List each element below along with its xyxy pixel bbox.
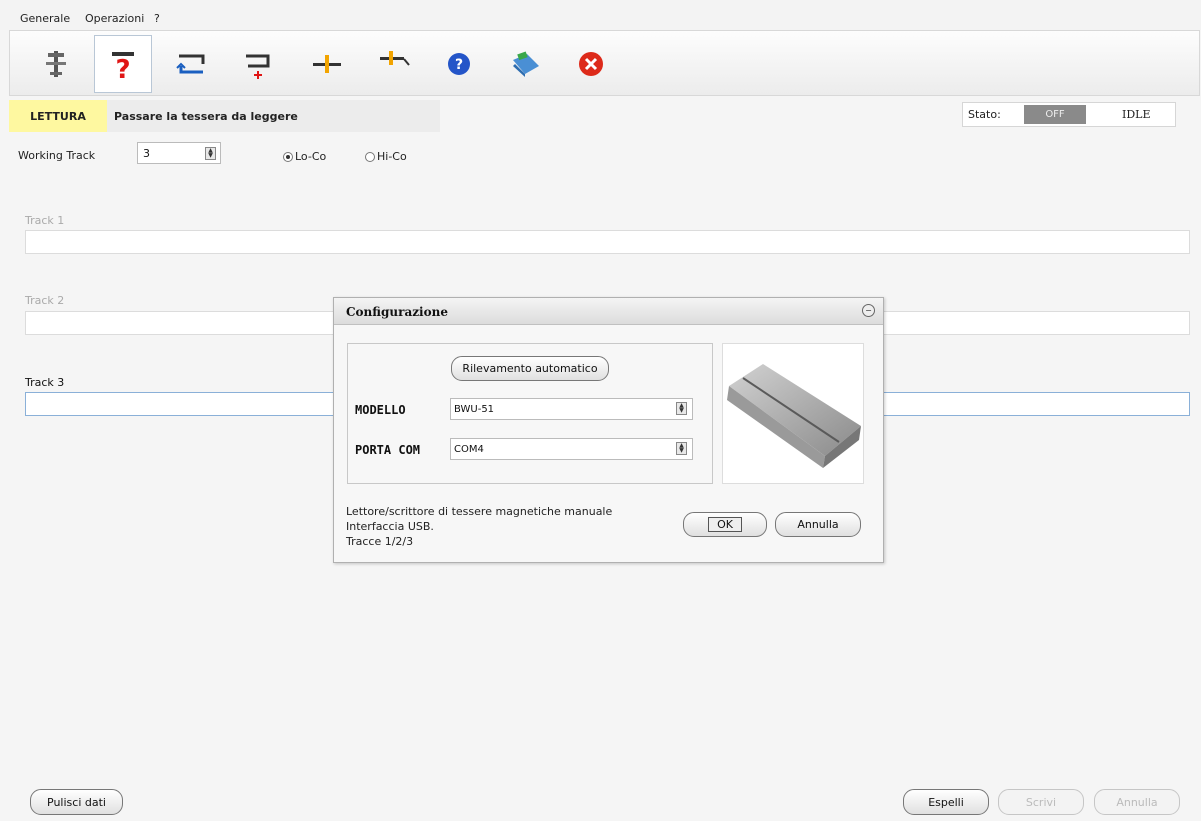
dialog-title: Configurazione bbox=[346, 305, 448, 319]
menu-bar: Generale Operazioni ? bbox=[0, 0, 1201, 30]
help-tool-button[interactable]: ? bbox=[430, 35, 488, 93]
eject-button[interactable]: Espelli bbox=[903, 789, 989, 815]
toolbar: ? ? bbox=[9, 30, 1200, 96]
mode-message: Passare la tessera da leggere bbox=[107, 100, 440, 132]
dialog-close-icon[interactable]: − bbox=[862, 304, 875, 317]
copy-tool-button[interactable] bbox=[162, 35, 220, 93]
copy-track-icon bbox=[176, 54, 205, 74]
exit-tool-button[interactable] bbox=[562, 35, 620, 93]
hico-radio[interactable] bbox=[365, 152, 375, 162]
working-track-value: 3 bbox=[143, 147, 150, 160]
card-reader-image bbox=[722, 343, 864, 484]
device-description-line3: Tracce 1/2/3 bbox=[346, 535, 414, 548]
track-3-label: Track 3 bbox=[25, 376, 65, 389]
status-label: Stato: bbox=[968, 108, 1001, 121]
write-button[interactable]: Scrivi bbox=[998, 789, 1084, 815]
model-label: MODELLO bbox=[355, 403, 406, 417]
port-dropdown-icon[interactable]: ▲ ▼ bbox=[676, 442, 687, 455]
erase-tool-button[interactable] bbox=[298, 35, 356, 93]
svg-text:?: ? bbox=[115, 55, 130, 84]
hico-label: Hi-Co bbox=[377, 150, 407, 163]
clear-data-button[interactable]: Pulisci dati bbox=[30, 789, 123, 815]
ok-button[interactable]: OK bbox=[683, 512, 767, 537]
read-tool-button[interactable]: ? bbox=[94, 35, 152, 93]
port-value: COM4 bbox=[454, 444, 484, 455]
write-tool-button[interactable] bbox=[229, 35, 287, 93]
card-reader-icon bbox=[727, 364, 861, 468]
track-2-label: Track 2 bbox=[25, 294, 65, 307]
setup-tool-button[interactable] bbox=[27, 35, 85, 93]
track-1-label: Track 1 bbox=[25, 214, 65, 227]
status-mode-text: IDLE bbox=[1122, 108, 1151, 121]
loco-label: Lo-Co bbox=[295, 150, 327, 163]
menu-generale[interactable]: Generale bbox=[20, 12, 70, 25]
loco-radio[interactable] bbox=[283, 152, 293, 162]
working-track-label: Working Track bbox=[18, 149, 96, 162]
svg-text:?: ? bbox=[455, 57, 463, 73]
book-tool-button[interactable] bbox=[496, 35, 554, 93]
port-select[interactable] bbox=[450, 438, 693, 460]
track-1-field[interactable] bbox=[25, 230, 1190, 254]
stepper-arrows-icon[interactable]: ▲ ▼ bbox=[205, 147, 216, 160]
erase-track-icon bbox=[313, 55, 341, 73]
format-tool-button[interactable] bbox=[366, 35, 424, 93]
menu-help[interactable]: ? bbox=[154, 12, 160, 25]
status-state-indicator: OFF bbox=[1024, 105, 1086, 124]
port-label: PORTA COM bbox=[355, 443, 421, 457]
read-question-icon: ? bbox=[112, 52, 134, 84]
device-description-line2: Interfaccia USB. bbox=[346, 520, 434, 533]
write-track-icon bbox=[246, 54, 270, 79]
close-icon bbox=[579, 52, 603, 76]
ok-label: OK bbox=[708, 517, 742, 532]
auto-detect-button[interactable]: Rilevamento automatico bbox=[451, 356, 609, 381]
model-value: BWU-51 bbox=[454, 404, 495, 415]
model-dropdown-icon[interactable]: ▲ ▼ bbox=[676, 402, 687, 415]
book-icon bbox=[513, 51, 539, 77]
mode-badge: LETTURA bbox=[9, 100, 107, 132]
device-description-line1: Lettore/scrittore di tessere magnetiche … bbox=[346, 505, 613, 518]
setup-icon bbox=[46, 51, 66, 77]
cancel-button[interactable]: Annulla bbox=[1094, 789, 1180, 815]
help-icon: ? bbox=[448, 53, 470, 75]
dialog-cancel-button[interactable]: Annulla bbox=[775, 512, 861, 537]
menu-operazioni[interactable]: Operazioni bbox=[85, 12, 144, 25]
format-track-icon bbox=[380, 51, 410, 66]
